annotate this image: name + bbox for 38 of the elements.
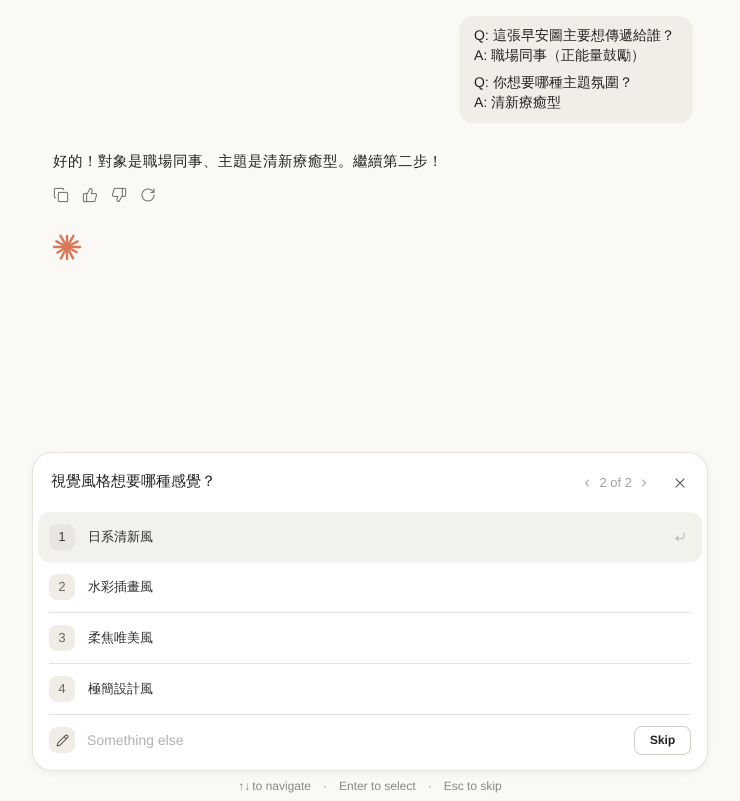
- keyboard-hint: Enter to select: [338, 778, 416, 794]
- question-text: 這張早安圖主要想傳遞給誰？: [492, 26, 675, 45]
- retry-icon[interactable]: [140, 187, 156, 203]
- separator-dot: ·: [428, 778, 432, 794]
- option-row[interactable]: 1 日系清新風: [38, 512, 702, 562]
- option-label: 日系清新風: [88, 528, 153, 546]
- separator-dot: ·: [322, 778, 327, 794]
- option-number: 2: [49, 574, 75, 600]
- thumbs-up-icon[interactable]: [82, 187, 98, 203]
- option-row[interactable]: 3 柔焦唯美風: [49, 613, 691, 663]
- page-counter: 2 of 2: [599, 474, 632, 492]
- thumbs-down-icon[interactable]: [111, 187, 127, 203]
- question-label: Q:: [474, 26, 489, 45]
- option-row[interactable]: 2 水彩插畫風: [49, 562, 691, 612]
- asterisk-logo-icon: [52, 232, 82, 262]
- pencil-icon: [49, 727, 75, 753]
- keyboard-hint: to navigate: [252, 778, 311, 794]
- keyboard-hint: Esc to skip: [444, 778, 502, 794]
- answer-label: A:: [474, 93, 488, 112]
- option-number: 3: [49, 625, 75, 651]
- custom-answer-field[interactable]: Something else: [87, 730, 622, 750]
- option-label: 水彩插畫風: [88, 578, 153, 596]
- option-number: 4: [49, 676, 75, 702]
- option-label: 極簡設計風: [88, 680, 153, 698]
- option-label: 柔焦唯美風: [88, 629, 153, 648]
- copy-icon[interactable]: [53, 187, 69, 203]
- option-row[interactable]: 4 極簡設計風: [49, 664, 691, 714]
- option-number: 1: [49, 524, 75, 550]
- answer-text: 職場同事（正能量鼓勵）: [491, 46, 646, 65]
- arrow-keys: ↑↓: [238, 776, 250, 794]
- question-title: 視覺風格想要哪種感覺？: [51, 472, 216, 492]
- assistant-message: 好的！對象是職場同事、主題是清新療癒型。繼續第二步！: [53, 152, 443, 172]
- question-label: Q:: [474, 73, 489, 92]
- answer-label: A:: [474, 46, 488, 65]
- question-text: 你想要哪種主題氛圍？: [492, 73, 633, 92]
- answer-text: 清新療癒型: [491, 93, 562, 112]
- return-key-icon: [674, 531, 686, 543]
- skip-button[interactable]: Skip: [634, 726, 691, 754]
